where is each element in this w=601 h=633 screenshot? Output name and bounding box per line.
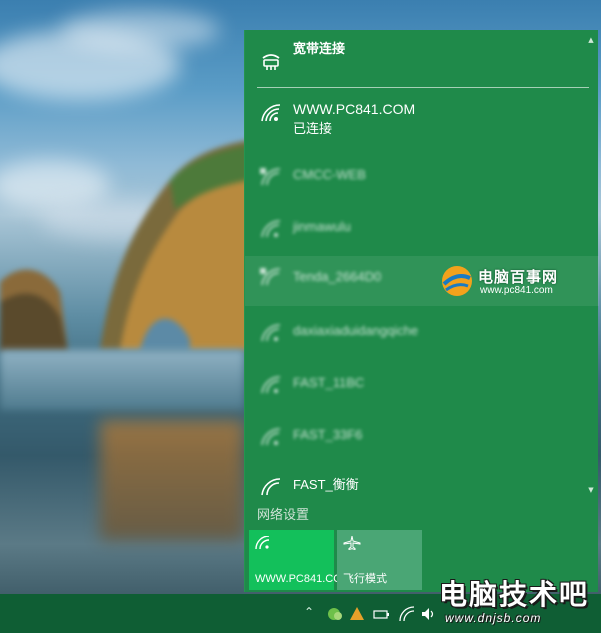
- airplane-mode-tile[interactable]: 飞行模式: [337, 530, 422, 590]
- network-name: FAST_33F6: [293, 427, 363, 442]
- scroll-down-icon[interactable]: ▼: [587, 486, 595, 494]
- wifi-network-item[interactable]: jinmawulu: [245, 214, 599, 260]
- wifi-signal-icon: [261, 220, 281, 238]
- wifi-network-item[interactable]: CMCC-WEB: [245, 162, 599, 208]
- network-name: daxiaxiaduidangqiche: [293, 323, 419, 338]
- corner-watermark-url: www.dnjsb.com: [445, 611, 542, 625]
- site-watermark: 电脑百事网 www.pc841.com: [440, 262, 580, 302]
- corner-watermark: 电脑技术吧 www.dnjsb.com: [437, 573, 597, 631]
- scrollbar[interactable]: ▲ ▼: [587, 34, 595, 494]
- wifi-icon: [255, 536, 270, 550]
- wifi-network-item[interactable]: daxiaxiaduidangqiche: [245, 318, 599, 364]
- wifi-signal-icon: [261, 478, 281, 496]
- airplane-icon: [343, 536, 361, 550]
- battery-icon[interactable]: [372, 605, 390, 623]
- network-tray-icon[interactable]: [398, 605, 416, 623]
- wifi-signal-icon: [261, 428, 281, 446]
- corner-watermark-title: 电脑技术吧: [439, 578, 590, 611]
- wifi-signal-icon: [261, 324, 281, 342]
- connected-status: 已连接: [293, 121, 333, 136]
- wifi-network-item[interactable]: FAST_衡衡: [245, 472, 599, 496]
- wifi-signal-icon: [261, 104, 281, 122]
- watermark-url: www.pc841.com: [480, 285, 553, 296]
- network-settings-link[interactable]: 网络设置: [257, 504, 309, 523]
- wifi-quick-action-tile[interactable]: WWW.PC841.COM: [249, 530, 351, 590]
- wifi-open-icon: [260, 268, 281, 286]
- network-name: FAST_11BC: [293, 375, 365, 390]
- network-name: FAST_衡衡: [293, 477, 359, 492]
- ethernet-label: 宽带连接: [293, 41, 346, 56]
- site-logo-icon: [442, 266, 472, 296]
- wifi-signal-icon: [261, 376, 281, 394]
- wechat-icon[interactable]: [326, 605, 344, 623]
- ethernet-connection-item[interactable]: 宽带连接: [245, 30, 599, 86]
- scroll-up-icon[interactable]: ▲: [587, 36, 595, 44]
- airplane-tile-label: 飞行模式: [343, 573, 387, 585]
- wifi-network-item[interactable]: FAST_11BC: [245, 370, 599, 416]
- wifi-open-icon: [260, 168, 281, 186]
- ethernet-icon: [262, 54, 280, 70]
- network-name: Tenda_2664D0: [293, 269, 382, 284]
- wifi-tile-label: WWW.PC841.COM: [255, 573, 351, 585]
- alert-icon[interactable]: [348, 605, 366, 623]
- volume-icon[interactable]: [420, 605, 438, 623]
- list-divider: [257, 87, 589, 88]
- network-name: CMCC-WEB: [293, 167, 366, 182]
- connected-network-item[interactable]: WWW.PC841.COM 已连接: [245, 92, 599, 144]
- connected-network-name: WWW.PC841.COM: [293, 101, 416, 117]
- network-name: jinmawulu: [293, 219, 351, 234]
- wifi-network-item[interactable]: FAST_33F6: [245, 422, 599, 468]
- show-hidden-icons-icon[interactable]: ⌃: [304, 605, 322, 623]
- network-flyout: 宽带连接 WWW.PC841.COM 已连接 CMCC-WEB jinmawul…: [244, 30, 599, 592]
- watermark-title: 电脑百事网: [478, 268, 559, 286]
